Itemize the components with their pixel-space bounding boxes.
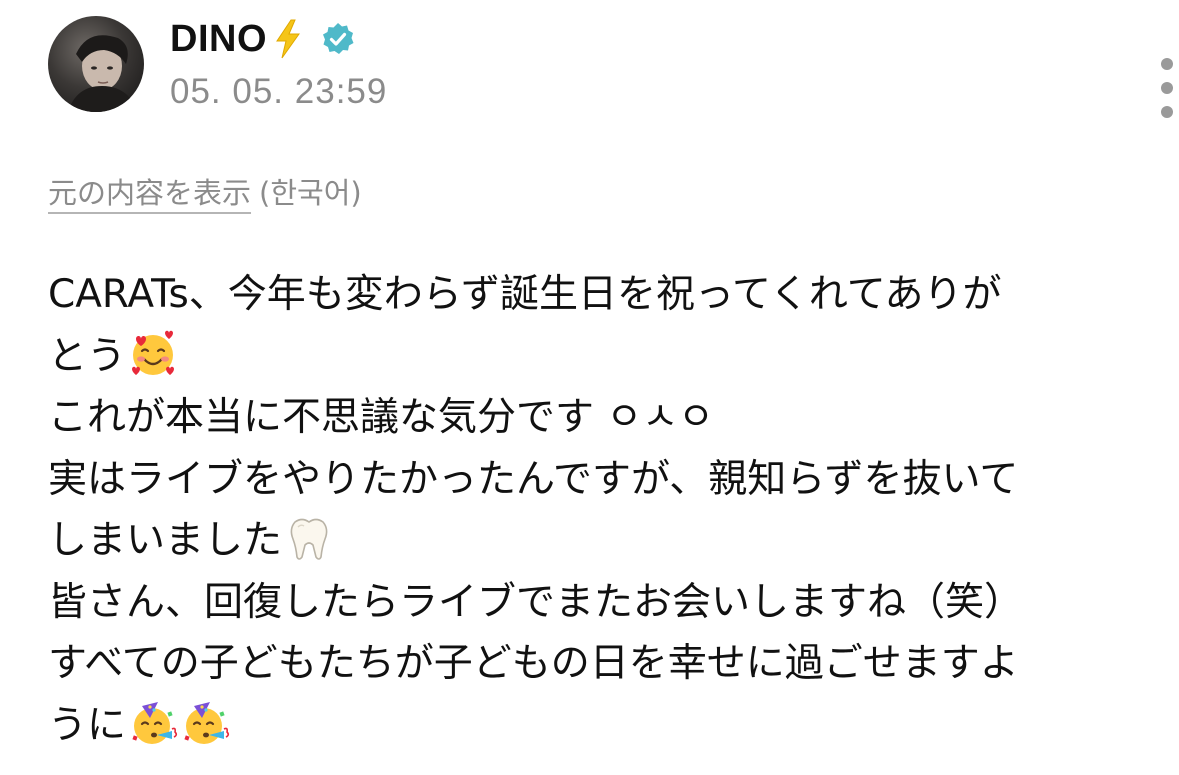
more-options-button[interactable] bbox=[1152, 58, 1179, 118]
post-body: CARATs、今年も変わらず誕生日を祝ってくれてありが とう これが本当に不思議… bbox=[48, 264, 1148, 756]
post-body-line: すべての子どもたちが子どもの日を幸せに過ごせますよ bbox=[48, 633, 1148, 695]
author-row: DINO bbox=[170, 16, 387, 62]
avatar-photo bbox=[68, 35, 138, 112]
line-text: 実はライブをやりたかったんですが、親知らずを抜いて bbox=[48, 456, 1019, 502]
smiling-face-with-hearts-icon bbox=[128, 329, 178, 379]
translation-row: 元の内容を表示 (한국어) bbox=[48, 170, 362, 212]
line-text: すべての子どもたちが子どもの日を幸せに過ごせますよ bbox=[48, 641, 1019, 686]
partying-face-icon bbox=[128, 698, 178, 748]
author-name[interactable]: DINO bbox=[170, 18, 267, 61]
line-text: とう bbox=[48, 333, 127, 379]
line-text: しまいました bbox=[48, 518, 283, 563]
more-vertical-icon bbox=[1161, 58, 1173, 70]
post-body-line: 皆さん、回復したらライブでまたお会いしますね（笑） bbox=[48, 572, 1148, 634]
post-body-line: これが本当に不思議な気分です ㅇㅅㅇ bbox=[48, 387, 1148, 449]
verified-badge-icon bbox=[321, 22, 355, 56]
avatar[interactable] bbox=[48, 16, 144, 112]
original-language-label: (한국어) bbox=[259, 176, 362, 210]
post-body-line: CARATs、今年も変わらず誕生日を祝ってくれてありが bbox=[48, 264, 1148, 326]
line-text: 皆さん、回復したらライブでまたお会いしますね（笑） bbox=[48, 579, 1024, 625]
show-original-link[interactable]: 元の内容を表示 bbox=[48, 176, 251, 210]
post-body-line: とう bbox=[48, 326, 1148, 388]
post-body-line: しまいました bbox=[48, 510, 1148, 572]
post-timestamp: 05. 05. 23:59 bbox=[170, 72, 388, 111]
post-body-line: うに bbox=[48, 695, 1148, 757]
more-dot bbox=[1161, 82, 1173, 94]
more-dot bbox=[1161, 106, 1173, 118]
line-text: CARATs、今年も変わらず誕生日を祝ってくれてありが bbox=[48, 272, 1002, 317]
tooth-icon bbox=[284, 513, 334, 563]
post-card: DINO 05. 05. 23:59 元の内容を表示 (한국어) CARATs、… bbox=[0, 0, 1179, 775]
post-body-line: 実はライブをやりたかったんですが、親知らずを抜いて bbox=[48, 449, 1148, 511]
lightning-icon bbox=[273, 19, 303, 59]
partying-face-icon bbox=[180, 698, 230, 748]
post-header: DINO 05. 05. 23:59 bbox=[48, 16, 1173, 118]
author-block: DINO 05. 05. 23:59 bbox=[170, 16, 387, 112]
line-text: これが本当に不思議な気分です ㅇㅅㅇ bbox=[48, 395, 715, 440]
line-text: うに bbox=[48, 702, 127, 748]
